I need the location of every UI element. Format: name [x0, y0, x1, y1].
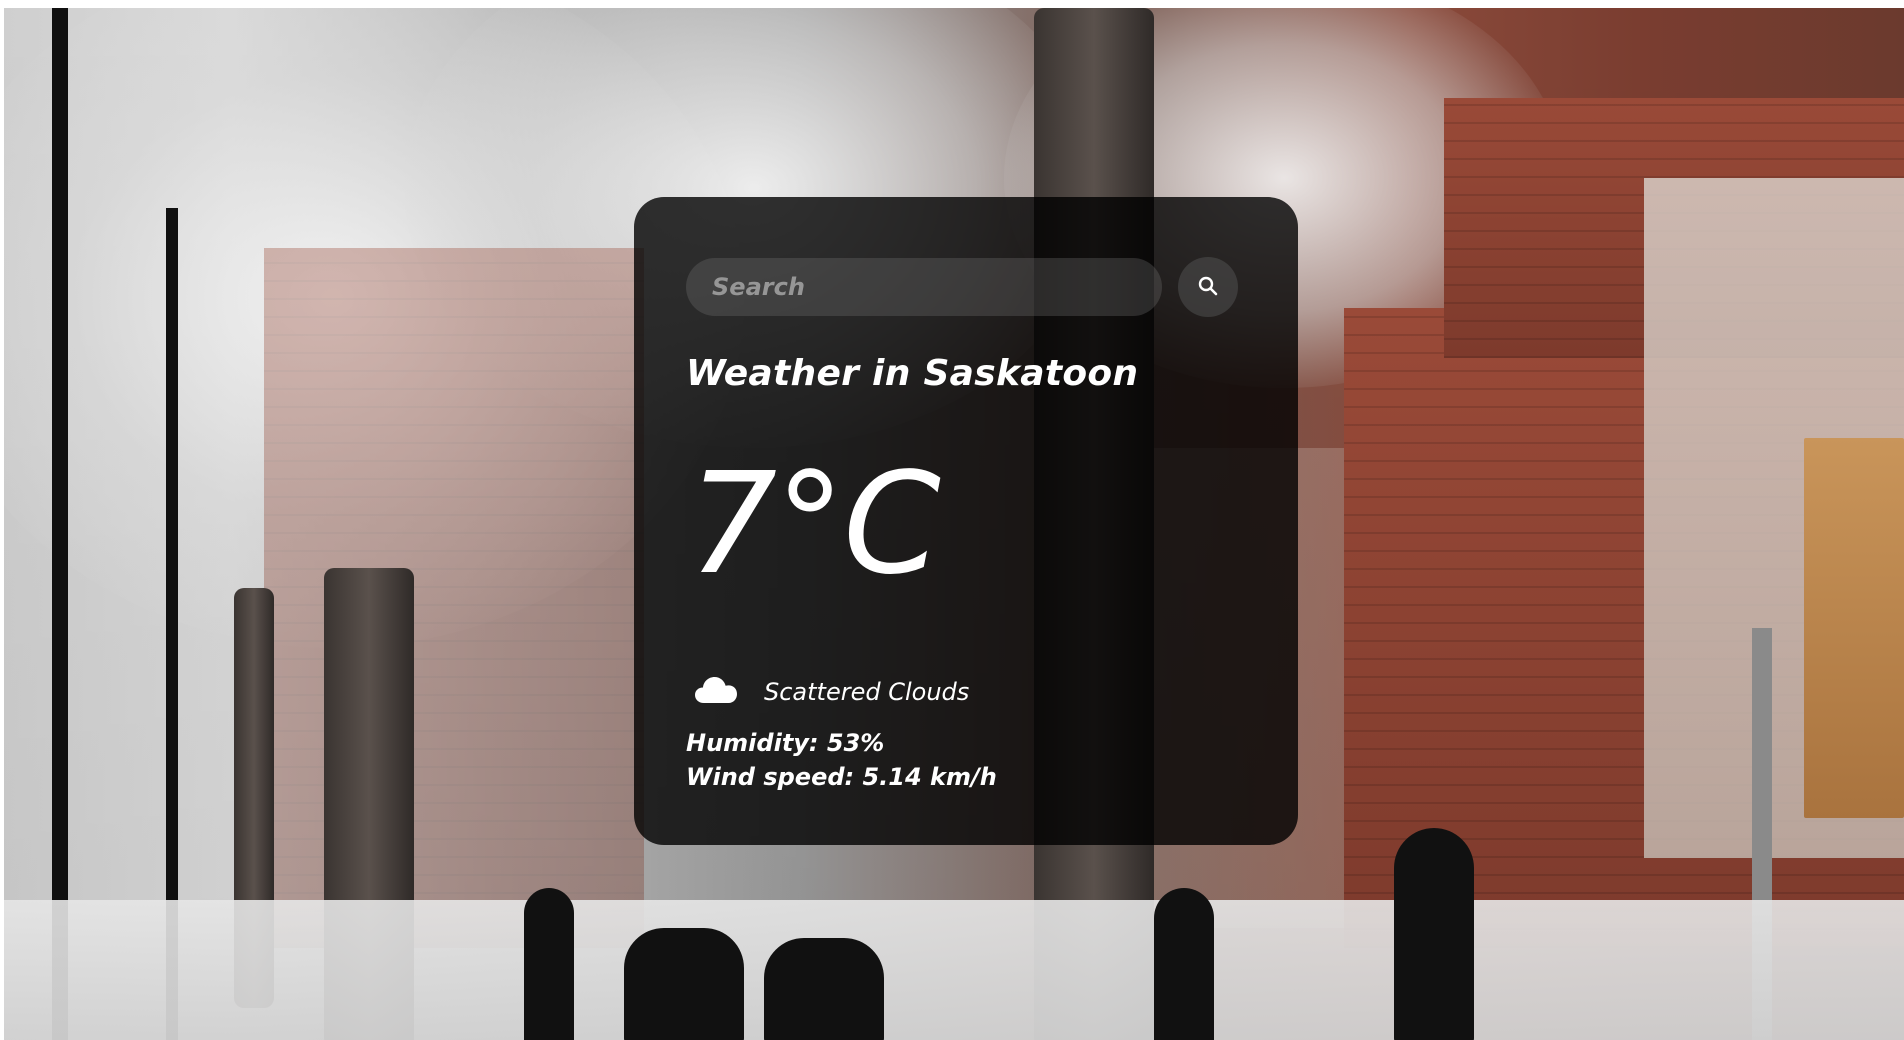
- search-icon: [1197, 275, 1219, 300]
- city-title: Weather in Saskatoon: [686, 353, 1139, 394]
- condition-row: Scattered Clouds: [694, 675, 969, 709]
- temperature-value: 7°C: [688, 443, 941, 606]
- weather-card: Weather in Saskatoon 7°C Scattered Cloud…: [634, 197, 1298, 845]
- search-bar: [686, 257, 1238, 317]
- search-button[interactable]: [1178, 257, 1238, 317]
- condition-text: Scattered Clouds: [764, 678, 970, 706]
- cloud-icon: [694, 675, 738, 709]
- wind-speed-text: Wind speed: 5.14 km/h: [686, 763, 997, 791]
- search-input[interactable]: [686, 258, 1162, 316]
- humidity-text: Humidity: 53%: [686, 729, 885, 757]
